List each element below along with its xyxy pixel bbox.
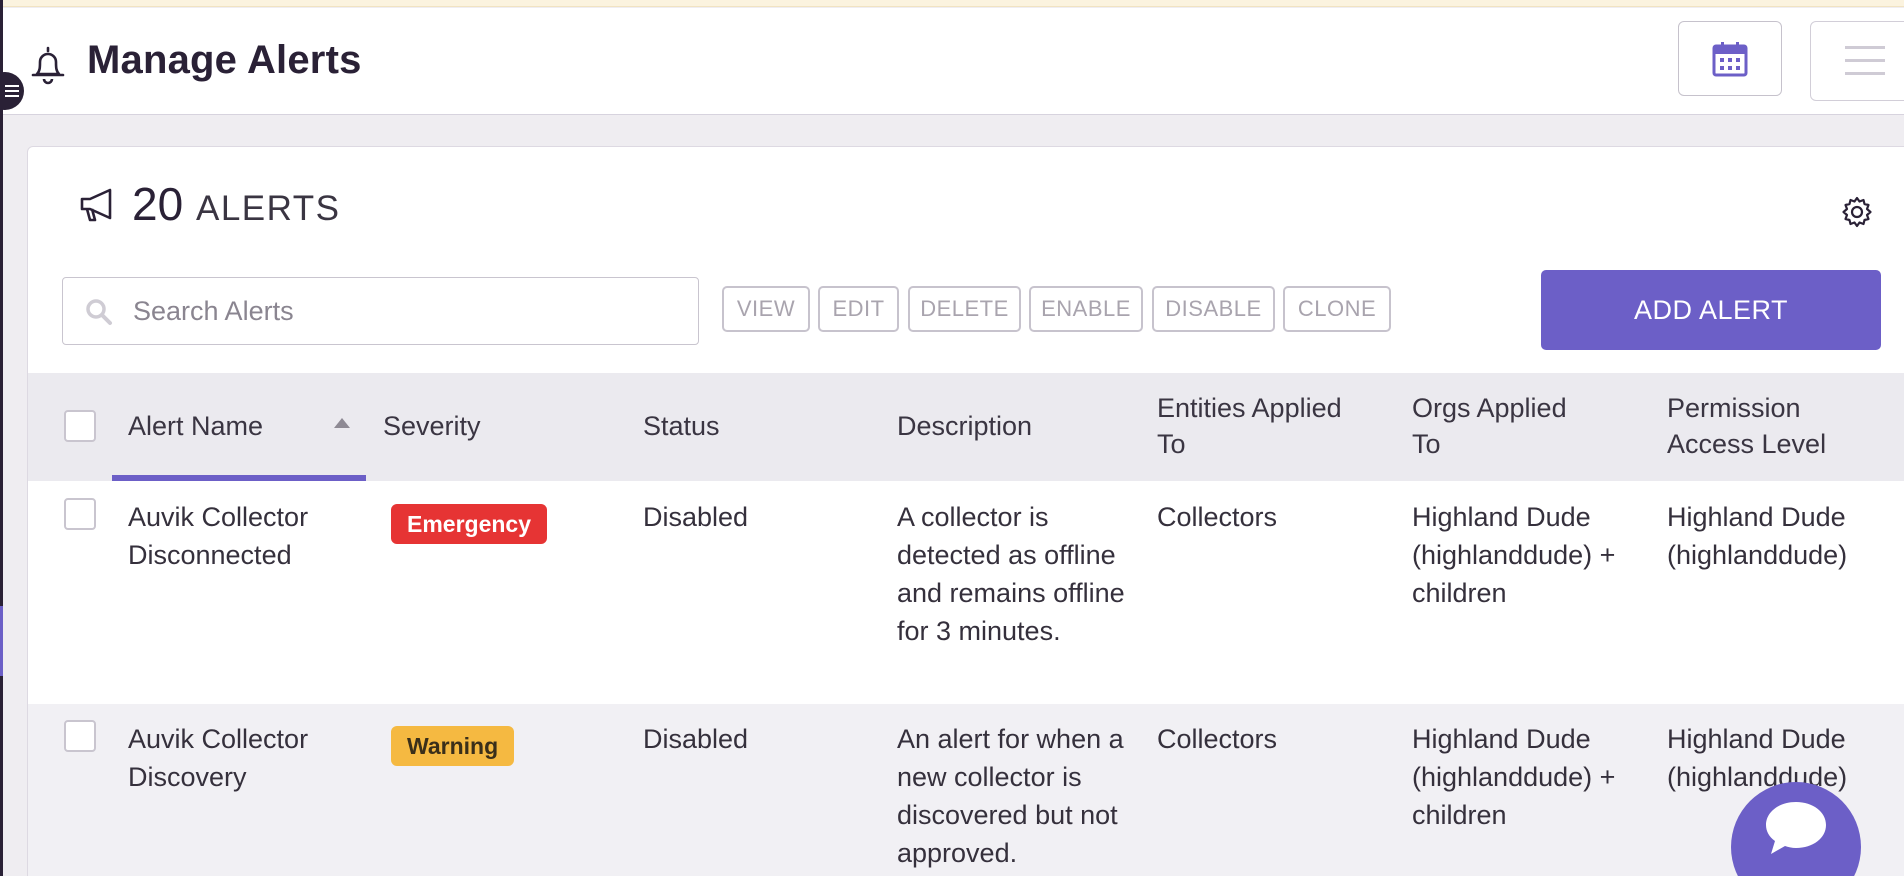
cell-entities: Collectors [1157, 724, 1278, 754]
view-button[interactable]: VIEW [722, 286, 810, 332]
cell-orgs: Highland Dude (highlanddude) + children [1412, 502, 1616, 608]
search-input[interactable] [133, 286, 683, 336]
select-all-checkbox[interactable] [64, 410, 96, 442]
page-header: Manage Alerts [3, 8, 1904, 115]
cell-entities: Collectors [1157, 502, 1278, 532]
calendar-button[interactable] [1678, 21, 1782, 96]
severity-badge: Warning [391, 726, 515, 766]
cell-alert-name[interactable]: Auvik Collector Disconnected [128, 498, 348, 574]
clone-button[interactable]: CLONE [1283, 286, 1391, 332]
cell-permission: Highland Dude (highlanddude) [1667, 502, 1848, 570]
edit-button[interactable]: EDIT [818, 286, 899, 332]
page-title: Manage Alerts [87, 38, 362, 82]
column-header-orgs[interactable]: Orgs Applied To [1412, 390, 1602, 462]
table-row[interactable]: Auvik Collector Discovery Warning Disabl… [28, 704, 1904, 876]
severity-badge: Emergency [391, 504, 548, 544]
alerts-count-label: ALERTS [196, 189, 341, 228]
column-header-severity[interactable]: Severity [383, 408, 481, 444]
column-header-permission[interactable]: Permission Access Level [1667, 390, 1887, 462]
row-checkbox[interactable] [64, 498, 96, 530]
row-checkbox[interactable] [64, 720, 96, 752]
search-icon [86, 299, 112, 325]
sort-ascending-icon[interactable] [334, 418, 350, 428]
alerts-card: 20 ALERTS VIEW EDIT DELETE ENABLE DISABL… [27, 146, 1904, 876]
sidebar-rail [0, 0, 3, 876]
column-header-entities[interactable]: Entities Applied To [1157, 390, 1377, 462]
search-box [62, 277, 699, 345]
column-header-status[interactable]: Status [643, 408, 720, 444]
alerts-count: 20 [132, 178, 184, 230]
disable-button[interactable]: DISABLE [1152, 286, 1275, 332]
column-header-description[interactable]: Description [897, 408, 1032, 444]
table-header: Alert Name Severity Status Description E… [28, 373, 1904, 481]
cell-description: A collector is detected as offline and r… [897, 502, 1125, 646]
column-header-alert-name[interactable]: Alert Name [128, 408, 263, 444]
enable-button[interactable]: ENABLE [1029, 286, 1143, 332]
cell-description: An alert for when a new collector is dis… [897, 724, 1124, 868]
table-row[interactable]: Auvik Collector Disconnected Emergency D… [28, 482, 1904, 704]
gear-icon[interactable] [1840, 195, 1874, 229]
add-alert-button[interactable]: ADD ALERT [1541, 270, 1881, 350]
menu-button[interactable] [1810, 21, 1904, 101]
cell-status: Disabled [643, 502, 749, 532]
chat-icon [1766, 802, 1826, 854]
sort-column-indicator [112, 475, 366, 481]
bell-icon [31, 46, 65, 85]
calendar-icon [1712, 41, 1748, 76]
cell-status: Disabled [643, 724, 749, 754]
megaphone-icon [80, 188, 112, 222]
delete-button[interactable]: DELETE [908, 286, 1021, 332]
top-notification-strip [0, 0, 1904, 7]
hamburger-icon [5, 85, 19, 97]
cell-alert-name[interactable]: Auvik Collector Discovery [128, 720, 348, 796]
cell-orgs: Highland Dude (highlanddude) + children [1412, 724, 1616, 830]
sidebar-rail-active-marker [0, 606, 3, 676]
hamburger-icon [1845, 46, 1885, 75]
